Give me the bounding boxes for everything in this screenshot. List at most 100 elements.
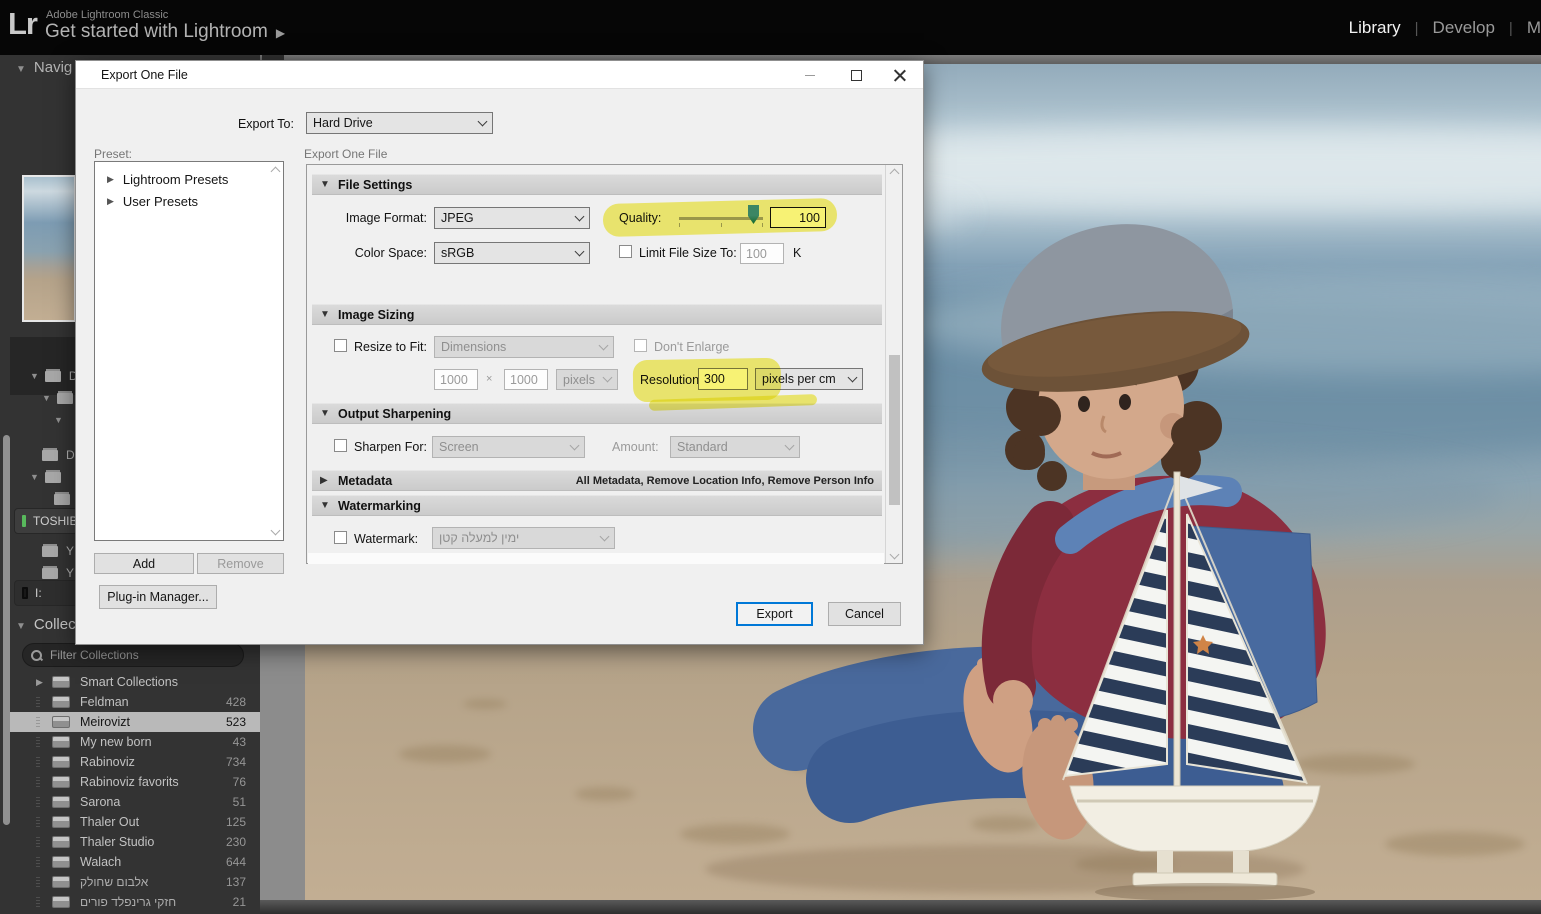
collection-row[interactable]: חזקי גרינפלד פורים 21 <box>10 892 260 912</box>
dont-enlarge-label: Don't Enlarge <box>654 340 730 354</box>
dialog-titlebar[interactable]: Export One File <box>76 61 923 89</box>
watermark-checkbox[interactable] <box>334 531 347 544</box>
panel-scrollbar[interactable] <box>3 435 10 825</box>
collection-icon <box>52 796 70 808</box>
preset-lightroom-presets[interactable]: ▶ Lightroom Presets <box>95 168 283 190</box>
dont-enlarge-checkbox[interactable] <box>634 339 647 352</box>
section-watermarking[interactable]: ▼ Watermarking <box>312 495 882 516</box>
chevron-down-icon <box>784 440 795 450</box>
expander-icon: ▼ <box>30 371 39 381</box>
preset-user-presets[interactable]: ▶ User Presets <box>95 190 283 212</box>
expander-icon[interactable]: ▶ <box>107 174 114 185</box>
folder-icon <box>44 370 61 382</box>
play-icon: ▶ <box>275 26 286 40</box>
sharpen-for-label: Sharpen For: <box>354 440 427 454</box>
color-space-dropdown[interactable]: sRGB <box>434 242 590 264</box>
panel-block <box>10 337 76 395</box>
collection-row[interactable]: Feldman 428 <box>10 692 260 712</box>
sharpen-for-dropdown[interactable]: Screen <box>432 436 585 458</box>
folder-icon <box>42 449 58 461</box>
collection-icon <box>52 696 70 708</box>
width-input[interactable]: 1000 <box>434 369 478 390</box>
resize-to-fit-label: Resize to Fit: <box>354 340 427 354</box>
collection-row[interactable]: Rabinoviz 734 <box>10 752 260 772</box>
add-button[interactable]: Add <box>94 553 194 574</box>
scroll-down-icon[interactable] <box>270 525 281 536</box>
navigator-header[interactable]: ▼ Navig <box>16 59 72 76</box>
collection-row[interactable]: Rabinoviz favorits 76 <box>10 772 260 792</box>
scroll-up-icon[interactable] <box>889 168 900 179</box>
limit-file-size-checkbox[interactable] <box>619 245 632 258</box>
export-to-dropdown[interactable]: Hard Drive <box>306 112 493 134</box>
image-format-dropdown[interactable]: JPEG <box>434 207 590 229</box>
folder-row[interactable]: ▼ <box>54 411 69 429</box>
drag-handle-icon <box>36 737 52 747</box>
collection-row[interactable]: Thaler Studio 230 <box>10 832 260 852</box>
size-unit-dropdown[interactable]: pixels <box>556 369 618 390</box>
quality-input[interactable]: 100 <box>770 207 826 228</box>
lightroom-logo: Lr <box>8 6 38 41</box>
collection-row[interactable]: Walach 644 <box>10 852 260 872</box>
collection-row[interactable]: אלבום שחולק 137 <box>10 872 260 892</box>
section-image-sizing[interactable]: ▼ Image Sizing <box>312 304 882 325</box>
watermark-dropdown[interactable]: ימין למעלה קטן <box>432 527 615 549</box>
folder-row[interactable]: Y <box>42 542 74 560</box>
navigator-thumbnail[interactable] <box>22 175 76 322</box>
collections-header[interactable]: ▼ Collec <box>16 616 76 633</box>
collections-list: ▶ Smart Collections Feldman 428 Meirovizt 5… <box>10 672 260 912</box>
folder-row[interactable]: ▼ <box>30 468 69 486</box>
resolution-input[interactable]: 300 <box>698 368 748 390</box>
height-input[interactable]: 1000 <box>504 369 548 390</box>
section-file-settings[interactable]: ▼ File Settings <box>312 174 882 195</box>
expander-icon[interactable]: ▶ <box>36 677 52 688</box>
scroll-up-icon[interactable] <box>270 166 281 177</box>
folder-icon <box>56 392 73 404</box>
amount-dropdown[interactable]: Standard <box>670 436 800 458</box>
collection-icon <box>52 856 70 868</box>
drag-handle-icon <box>36 877 52 887</box>
tab-library[interactable]: Library <box>1349 18 1401 38</box>
remove-button[interactable]: Remove <box>197 553 284 574</box>
collection-icon <box>52 716 70 728</box>
quality-slider-thumb[interactable] <box>748 205 759 224</box>
collapse-icon: ▼ <box>320 500 330 511</box>
section-metadata[interactable]: ▶ Metadata All Metadata, Remove Location I… <box>312 470 882 491</box>
collection-row-selected[interactable]: Meirovizt 523 <box>10 712 260 732</box>
filter-collections-input[interactable]: Filter Collections <box>22 643 244 667</box>
maximize-button[interactable] <box>840 65 872 85</box>
collection-smart[interactable]: ▶ Smart Collections <box>10 672 260 692</box>
cancel-button[interactable]: Cancel <box>828 602 901 626</box>
expander-icon[interactable]: ▶ <box>107 196 114 207</box>
drag-handle-icon <box>36 777 52 787</box>
tab-develop[interactable]: Develop <box>1433 18 1495 38</box>
collection-row[interactable]: Thaler Out 125 <box>10 812 260 832</box>
section-output-sharpening[interactable]: ▼ Output Sharpening <box>312 403 882 424</box>
sharpen-for-checkbox[interactable] <box>334 439 347 452</box>
folder-row[interactable]: ▼ D <box>30 367 78 385</box>
scrollbar-thumb[interactable] <box>889 355 900 505</box>
folder-row[interactable]: D <box>42 446 75 464</box>
tab-map-clipped[interactable]: M <box>1527 18 1541 38</box>
plugin-manager-button[interactable]: Plug-in Manager... <box>99 585 217 609</box>
collection-icon <box>52 836 70 848</box>
expander-icon: ▼ <box>42 393 51 403</box>
bottom-strip <box>260 900 1541 914</box>
collection-row[interactable]: My new born 43 <box>10 732 260 752</box>
resolution-unit-dropdown[interactable]: pixels per cm <box>755 368 863 390</box>
resize-to-fit-checkbox[interactable] <box>334 339 347 352</box>
minimize-button[interactable] <box>794 65 826 85</box>
drag-handle-icon <box>36 717 52 727</box>
collection-icon <box>52 756 70 768</box>
quality-label: Quality: <box>619 211 662 225</box>
export-button[interactable]: Export <box>736 602 813 626</box>
close-icon[interactable] <box>884 65 916 85</box>
scroll-down-icon[interactable] <box>889 549 900 560</box>
folder-icon <box>42 567 58 579</box>
settings-scrollbar[interactable] <box>885 165 902 563</box>
chevron-down-icon <box>574 211 585 221</box>
limit-file-size-input[interactable]: 100 <box>740 243 784 264</box>
drive-i[interactable]: I: <box>14 580 78 606</box>
resize-mode-dropdown[interactable]: Dimensions <box>434 336 614 358</box>
collection-row[interactable]: Sarona 51 <box>10 792 260 812</box>
drive-toshiba[interactable]: TOSHIB <box>14 508 78 534</box>
